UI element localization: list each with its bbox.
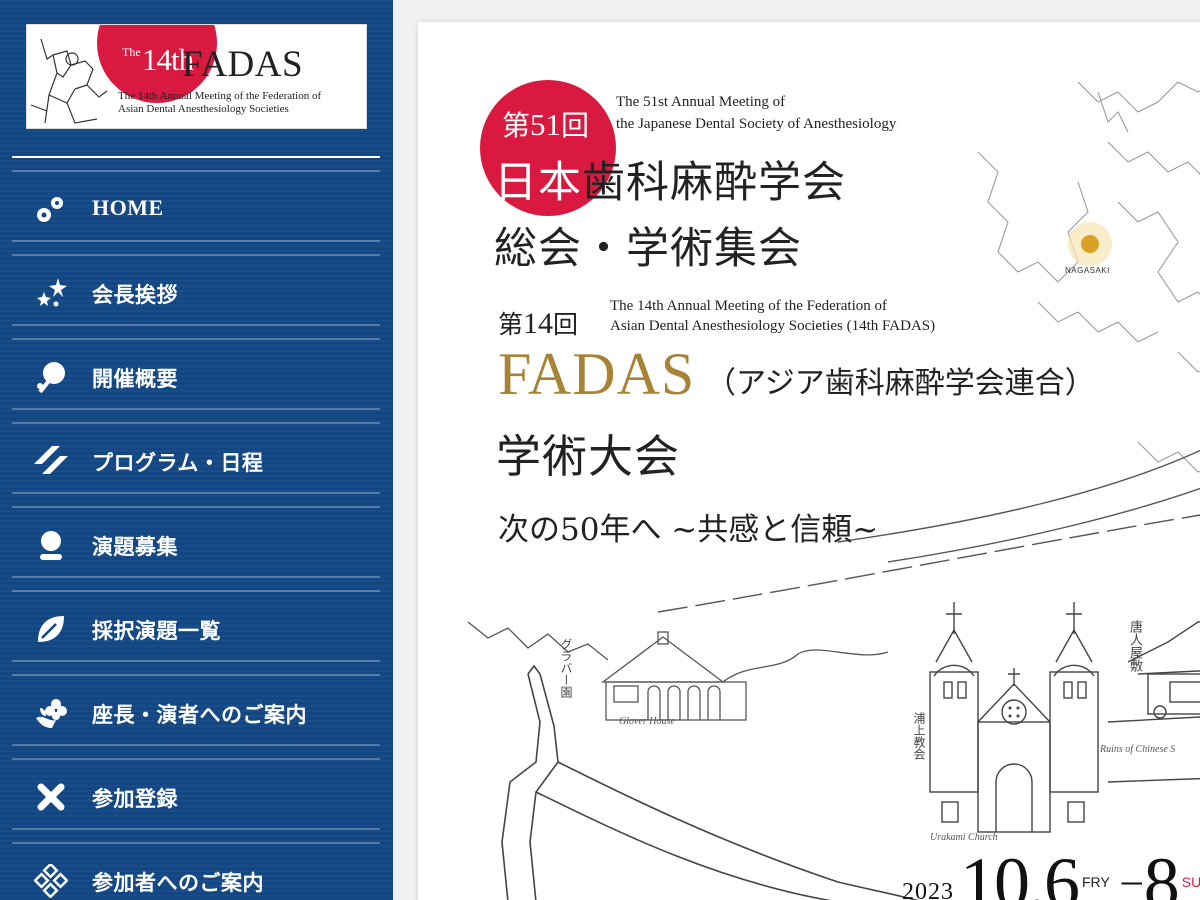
hero-visual: 第51回 The 51st Annual Meeting of the Japa…	[418, 22, 1200, 900]
leaf-icon	[34, 612, 68, 646]
sidebar: The 14th FADAS The 14th Annual Meeting o…	[0, 0, 393, 900]
logo-name: FADAS	[182, 44, 304, 85]
fadas-english-line1: The 14th Annual Meeting of the Federatio…	[610, 298, 888, 314]
double-slash-icon	[34, 444, 68, 478]
nav-label: 会長挨拶	[92, 282, 178, 307]
logo-subtitle-line1: The 14th Annual Meeting of the Federatio…	[118, 90, 322, 102]
nav-label: 参加登録	[92, 786, 178, 811]
landmark-label-glover-jp: グラバー園	[559, 638, 573, 698]
nav-label: 参加者へのご案内	[92, 870, 264, 895]
diamonds-icon	[33, 862, 69, 899]
nav-item-program[interactable]: プログラム・日程	[12, 422, 380, 506]
nav-item-home[interactable]: HOME	[12, 170, 380, 254]
landmark-label-glover: Glover House	[619, 716, 675, 727]
divider	[12, 156, 380, 158]
nav-label: プログラム・日程	[92, 450, 264, 475]
nav-item-registration[interactable]: 参加登録	[12, 758, 380, 842]
site-logo[interactable]: The 14th FADAS The 14th Annual Meeting o…	[26, 24, 367, 129]
nav-label: 座長・演者へのご案内	[92, 702, 307, 727]
nav-item-overview[interactable]: 開催概要	[12, 338, 380, 422]
cross-icon	[34, 780, 68, 814]
fadas-name: FADAS	[498, 341, 696, 407]
nav-label: 演題募集	[92, 534, 178, 559]
balloon-icon	[34, 360, 68, 394]
sparkle-icon	[34, 276, 68, 310]
nav-label: 開催概要	[92, 366, 178, 391]
nav-item-chair-speaker-info[interactable]: 座長・演者へのご案内	[12, 674, 380, 758]
jdsa-title-line2: 総会・学術集会	[494, 224, 802, 274]
jdsa-ordinal: 第51回	[502, 107, 590, 142]
person-icon	[34, 528, 68, 562]
meeting-theme: 次の50年へ ~共感と信頼~	[498, 512, 879, 548]
jdsa-english-line2: the Japanese Dental Society of Anesthesi…	[616, 116, 897, 132]
landmark-label-tojin-jp: 唐人屋敷	[1127, 620, 1142, 672]
jdsa-english-line1: The 51st Annual Meeting of	[616, 94, 786, 110]
nav-item-attendee-info[interactable]: 参加者へのご案内	[12, 842, 380, 900]
flower-icon	[34, 696, 68, 730]
fadas-english-line2: Asian Dental Anesthesiology Societies (1…	[610, 318, 936, 334]
landmark-label-urakami-jp: 浦上教会	[912, 712, 926, 760]
fadas-ordinal: 第14回	[498, 307, 579, 340]
landmark-label-ruins: Ruins of Chinese S	[1100, 744, 1176, 755]
event-date: 202310.6FRY–8SUN	[902, 843, 1200, 900]
map-label-nagasaki: NAGASAKI	[1065, 266, 1110, 275]
nav-item-call-for-abstracts[interactable]: 演題募集	[12, 506, 380, 590]
nav-item-greeting[interactable]: 会長挨拶	[12, 254, 380, 338]
dots-icon	[34, 192, 68, 226]
nav-item-accepted-abstracts[interactable]: 採択演題一覧	[12, 590, 380, 674]
fadas-title-line2: 学術大会	[496, 430, 681, 483]
fadas-name-japanese: （アジア歯科麻酔学会連合）	[706, 366, 1095, 401]
main-nav: HOME 会長挨拶 開催概要 プログラム・日程 演題募集 採択演題一覧 座長・演…	[12, 170, 380, 900]
jdsa-title: 日本歯科麻酔学会	[494, 158, 846, 208]
logo-subtitle-line2: Asian Dental Anesthesiology Societies	[118, 103, 289, 115]
nav-label: HOME	[92, 195, 164, 220]
nav-label: 採択演題一覧	[92, 618, 221, 643]
